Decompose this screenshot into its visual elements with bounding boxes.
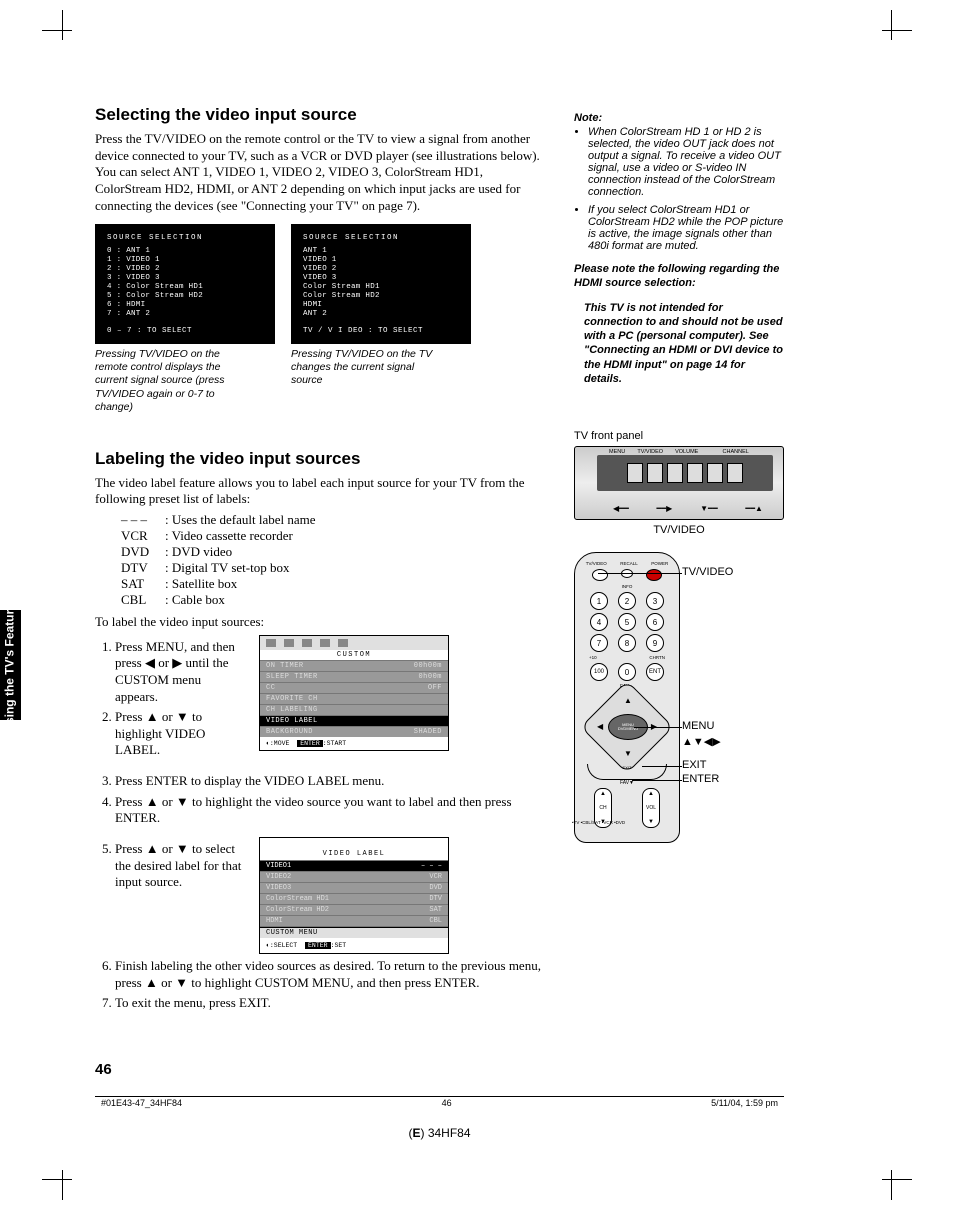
callout-arrows: ▲▼◀▶ bbox=[682, 735, 721, 748]
callout-exit: EXIT bbox=[682, 759, 706, 771]
heading-selecting: Selecting the video input source bbox=[95, 105, 550, 125]
osd1-caption: Pressing TV/VIDEO on the remote control … bbox=[95, 348, 251, 414]
labeling-lead: To label the video input sources: bbox=[95, 614, 550, 631]
step-6: Finish labeling the other video sources … bbox=[115, 958, 550, 991]
custom-menu-osd: CUSTOM ON TIMER00h00m SLEEP TIMER0h00m C… bbox=[259, 635, 449, 751]
side-tab: Using the TV's Features bbox=[0, 610, 21, 720]
step-7: To exit the menu, press EXIT. bbox=[115, 995, 550, 1012]
preset-label-list: – – –: Uses the default label name VCR: … bbox=[121, 512, 550, 608]
labeling-intro: The video label feature allows you to la… bbox=[95, 475, 550, 508]
tv-front-panel-label: TV front panel bbox=[574, 430, 784, 442]
tv-panel-caption: TV/VIDEO bbox=[574, 524, 784, 536]
heading-labeling: Labeling the video input sources bbox=[95, 449, 550, 469]
tv-front-panel-diagram: MENUTV/VIDEOVOLUMECHANNEL ◀━━━━▶▼━━━━▲ bbox=[574, 446, 784, 520]
selecting-body: Press the TV/VIDEO on the remote control… bbox=[95, 131, 550, 214]
hdmi-note-body: This TV is not intended for connection t… bbox=[584, 301, 784, 387]
page-number: 46 bbox=[95, 1061, 112, 1078]
step-2: Press ▲ or ▼ to highlight VIDEO LABEL. bbox=[115, 709, 245, 759]
note-heading: Note: bbox=[574, 112, 784, 124]
step-1: Press MENU, and then press ◀ or ▶ until … bbox=[115, 639, 245, 706]
osd-tv: SOURCE SELECTION ANT 1 VIDEO 1 VIDEO 2 V… bbox=[291, 224, 471, 344]
remote-diagram: TV/VIDEORECALLPOWER INFO 123 456 789 +10… bbox=[574, 552, 680, 843]
note-list: When ColorStream HD 1 or HD 2 is selecte… bbox=[588, 126, 784, 252]
callout-tvvideo: TV/VIDEO bbox=[682, 566, 733, 578]
osd2-caption: Pressing TV/VIDEO on the TV changes the … bbox=[291, 348, 447, 387]
callout-enter: ENTER bbox=[682, 773, 719, 785]
step-3: Press ENTER to display the VIDEO LABEL m… bbox=[115, 773, 550, 790]
hdmi-note-lead: Please note the following regarding the … bbox=[574, 262, 784, 291]
callout-menu: MENU bbox=[682, 720, 714, 732]
step-4: Press ▲ or ▼ to highlight the video sour… bbox=[115, 794, 550, 827]
video-label-osd: VIDEO LABEL VIDEO1– – – VIDEO2VCR VIDEO3… bbox=[259, 837, 449, 954]
step-5: Press ▲ or ▼ to select the desired label… bbox=[115, 841, 245, 891]
footer: #01E43-47_34HF84465/11/04, 1:59 pm bbox=[95, 1098, 784, 1108]
osd-remote: SOURCE SELECTION 0 : ANT 1 1 : VIDEO 1 2… bbox=[95, 224, 275, 344]
model-id: (E) 34HF84 bbox=[95, 1126, 784, 1140]
